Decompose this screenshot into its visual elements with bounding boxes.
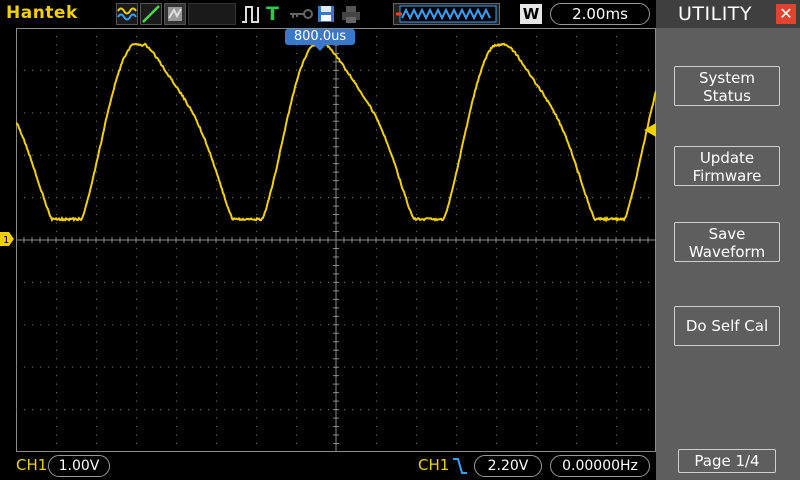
button-line: Update [675, 149, 779, 167]
save-waveform-button[interactable]: Save Waveform [674, 222, 780, 262]
status-bar: Hantek T W 2.00ms [0, 0, 656, 28]
acquire-mode-indicator: W [520, 4, 542, 24]
ramp-icon [140, 3, 162, 25]
trigger-position-tag: 800.0us [285, 29, 355, 45]
menu-title: UTILITY [678, 3, 752, 25]
system-status-button[interactable]: System Status [674, 66, 780, 106]
button-line: Firmware [675, 167, 779, 185]
menu-header: UTILITY ✕ [656, 0, 800, 28]
button-line: System [675, 69, 779, 87]
trigger-level-marker [642, 122, 656, 136]
svg-text:1: 1 [3, 235, 9, 246]
trigger-position-pointer [314, 45, 326, 51]
trigger-source-label: CH1 [418, 456, 449, 474]
brand-logo: Hantek [6, 3, 78, 23]
graticule [16, 28, 656, 452]
memory-overview-icon [393, 3, 500, 25]
key-icon [288, 3, 314, 25]
acquire-wave-icon [116, 3, 138, 25]
trigger-slope-falling-icon [452, 456, 468, 476]
trigger-edge-icon [240, 3, 262, 25]
page-indicator-button[interactable]: Page 1/4 [678, 449, 776, 473]
button-line: Status [675, 87, 779, 105]
button-line: Waveform [675, 243, 779, 261]
button-line: Do Self Cal [675, 307, 779, 345]
bottom-status-bar: CH1 1.00V CH1 2.20V 0.00000Hz [0, 452, 656, 480]
persistence-icon [164, 3, 186, 25]
frequency-readout: 0.00000Hz [550, 455, 650, 477]
waveform-display [16, 28, 656, 452]
save-icon [316, 3, 336, 25]
ch1-ground-marker: 1 [0, 231, 14, 245]
timebase-readout[interactable]: 2.00ms [550, 3, 650, 25]
ch1-label: CH1 [16, 456, 47, 474]
close-icon[interactable]: ✕ [776, 4, 796, 24]
trigger-level-readout[interactable]: 2.20V [474, 455, 542, 477]
ch1-scale-readout[interactable]: 1.00V [48, 455, 110, 477]
utility-menu: UTILITY ✕ System Status Update Firmware … [656, 0, 800, 480]
blank-status-slot [188, 3, 236, 25]
trigger-t-icon: T [266, 3, 284, 25]
update-firmware-button[interactable]: Update Firmware [674, 146, 780, 186]
print-icon [340, 3, 362, 25]
do-self-cal-button[interactable]: Do Self Cal [674, 306, 780, 346]
button-line: Save [675, 225, 779, 243]
